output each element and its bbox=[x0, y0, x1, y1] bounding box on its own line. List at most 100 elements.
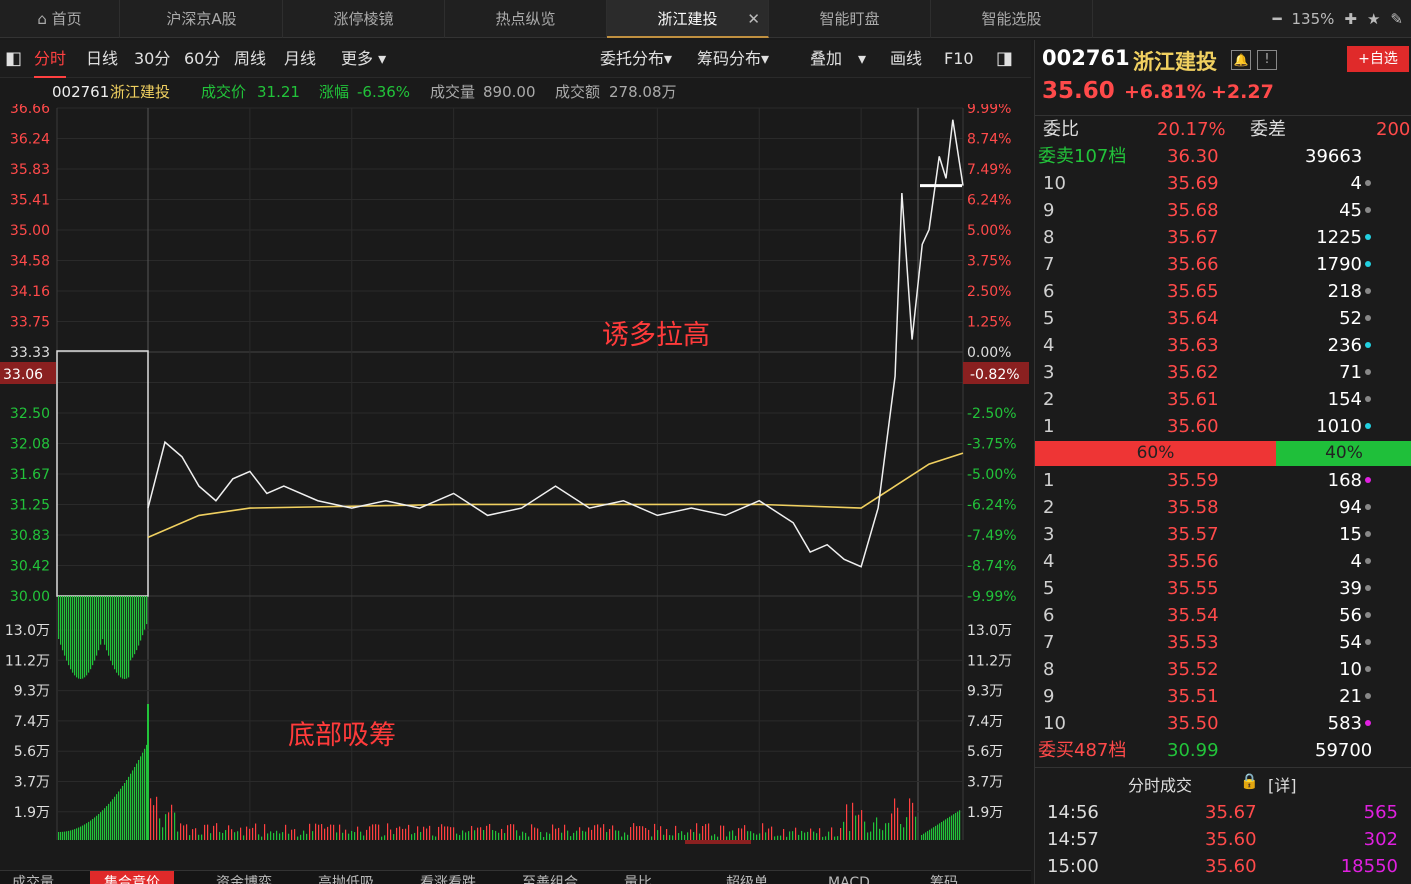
volume: 1225 bbox=[1316, 227, 1362, 248]
vol-bar bbox=[213, 825, 215, 840]
zoom-in-icon[interactable]: ✚ bbox=[1344, 10, 1357, 28]
auction-vol-bar bbox=[58, 596, 60, 639]
indicator-tab[interactable]: 至善组合 bbox=[522, 871, 578, 884]
add-watchlist-button[interactable]: +自选 bbox=[1347, 46, 1409, 72]
chip-dist-button[interactable]: 筹码分布▾ bbox=[697, 40, 769, 78]
vol-bar bbox=[420, 831, 422, 840]
sidebar-toggle-icon[interactable]: ◨ bbox=[996, 40, 1013, 78]
flag-dot bbox=[1365, 423, 1371, 429]
vol-bar bbox=[108, 803, 110, 840]
book-row[interactable]: 4 35.63 236 bbox=[1035, 332, 1411, 359]
vol-bar bbox=[159, 818, 161, 840]
vol-bar bbox=[819, 828, 821, 840]
book-row[interactable]: 5 35.64 52 bbox=[1035, 305, 1411, 332]
indicator-tab[interactable]: 筹码 bbox=[930, 871, 958, 884]
vol-tick-label: 11.2万 bbox=[5, 653, 50, 669]
overlay-button[interactable]: 叠加 ▾ bbox=[810, 40, 866, 78]
alert-icon[interactable]: ! bbox=[1257, 50, 1277, 70]
vol-bar bbox=[654, 823, 656, 840]
indicator-tab[interactable]: 看涨看跌 bbox=[420, 871, 476, 884]
f10-button[interactable]: F10 bbox=[944, 40, 974, 78]
period-60min[interactable]: 60分 bbox=[184, 40, 220, 78]
book-row[interactable]: 7 35.66 1790 bbox=[1035, 251, 1411, 278]
vol-bar bbox=[414, 832, 416, 840]
tab-stock[interactable]: 浙江建投 ✕ bbox=[607, 0, 769, 38]
tab-hotspot[interactable]: 热点纵览 bbox=[445, 0, 607, 38]
indicator-tab[interactable]: MACD bbox=[828, 871, 870, 884]
vol-bar bbox=[867, 832, 869, 840]
book-row[interactable]: 2 35.61 154 bbox=[1035, 386, 1411, 413]
close-icon[interactable]: ✕ bbox=[747, 0, 760, 38]
indicator-tab[interactable]: 集合竞价 bbox=[90, 871, 174, 884]
price-line bbox=[147, 119, 964, 568]
tab-market[interactable]: 沪深京A股 bbox=[121, 0, 283, 38]
vol-bar bbox=[399, 826, 401, 840]
draw-line-button[interactable]: 画线 bbox=[890, 40, 922, 78]
period-weekly[interactable]: 周线 bbox=[234, 40, 266, 78]
book-row[interactable]: 6 35.65 218 bbox=[1035, 278, 1411, 305]
period-monthly[interactable]: 月线 bbox=[284, 40, 316, 78]
bell-icon[interactable]: 🔔 bbox=[1231, 50, 1251, 70]
vol-bar bbox=[84, 824, 86, 840]
level: 8 bbox=[1043, 227, 1055, 248]
lock-icon[interactable]: 🔒 bbox=[1240, 772, 1259, 790]
book-row[interactable]: 10 35.50 583 bbox=[1035, 710, 1411, 737]
tab-smart-watch[interactable]: 智能盯盘 bbox=[769, 0, 931, 38]
book-row[interactable]: 9 35.68 45 bbox=[1035, 197, 1411, 224]
vol-bar bbox=[861, 810, 863, 840]
indicator-tab[interactable]: 超级单 bbox=[726, 871, 768, 884]
auction-vol-bar bbox=[126, 596, 128, 679]
vol-bar bbox=[104, 808, 106, 840]
period-30min[interactable]: 30分 bbox=[134, 40, 170, 78]
order-dist-button[interactable]: 委托分布▾ bbox=[600, 40, 672, 78]
vol-bar bbox=[870, 831, 872, 840]
vol-bar bbox=[183, 825, 185, 840]
vol-bar bbox=[243, 835, 245, 840]
zoom-out-icon[interactable]: ━ bbox=[1272, 10, 1281, 28]
vol-bar bbox=[312, 831, 314, 840]
book-row[interactable]: 10 35.69 4 bbox=[1035, 170, 1411, 197]
indicator-tab[interactable]: 高抛低吸 bbox=[318, 871, 374, 884]
indicator-tab[interactable]: 资金博弈 bbox=[216, 871, 272, 884]
auction-vol-bar bbox=[88, 596, 90, 673]
book-row[interactable]: 5 35.55 39 bbox=[1035, 575, 1411, 602]
chart-svg[interactable]: 36.66 9.99% 36.24 8.74% 35.83 7.49% 35.41 6.24%… bbox=[0, 101, 1031, 870]
book-row[interactable]: 2 35.58 94 bbox=[1035, 494, 1411, 521]
trades-detail-link[interactable]: [详] bbox=[1268, 772, 1297, 796]
level: 8 bbox=[1043, 659, 1055, 680]
intraday-chart[interactable]: 36.66 9.99% 36.24 8.74% 35.83 7.49% 35.41 6.24%… bbox=[0, 101, 1031, 870]
vol-bar bbox=[777, 835, 779, 840]
indicator-tab[interactable]: 成交量 bbox=[12, 871, 54, 884]
star-icon[interactable]: ★ bbox=[1367, 10, 1380, 28]
book-row[interactable]: 3 35.57 15 bbox=[1035, 521, 1411, 548]
period-intraday[interactable]: 分时 bbox=[34, 40, 67, 78]
book-row[interactable]: 3 35.62 71 bbox=[1035, 359, 1411, 386]
tab-home[interactable]: ⌂ 首页 bbox=[0, 0, 120, 38]
auction-vol-bar bbox=[68, 596, 70, 666]
pen-icon[interactable]: ✎ bbox=[1390, 10, 1403, 28]
panel-toggle-icon[interactable]: ◧ bbox=[5, 40, 22, 78]
book-row[interactable]: 4 35.56 4 bbox=[1035, 548, 1411, 575]
book-row[interactable]: 8 35.52 10 bbox=[1035, 656, 1411, 683]
vol-bar bbox=[906, 817, 908, 840]
period-more[interactable]: 更多 ▾ bbox=[341, 40, 386, 78]
vol-bar bbox=[60, 831, 62, 840]
tab-limit-up[interactable]: 涨停棱镜 bbox=[283, 0, 445, 38]
book-row[interactable]: 9 35.51 21 bbox=[1035, 683, 1411, 710]
book-row[interactable]: 7 35.53 54 bbox=[1035, 629, 1411, 656]
indicator-tab[interactable]: 量比 bbox=[624, 871, 652, 884]
book-row[interactable]: 8 35.67 1225 bbox=[1035, 224, 1411, 251]
book-row[interactable]: 1 35.59 168 bbox=[1035, 467, 1411, 494]
vol-bar bbox=[621, 836, 623, 840]
vol-bar bbox=[363, 835, 365, 840]
vol-tick-label: 3.7万 bbox=[967, 775, 1003, 791]
book-row[interactable]: 6 35.54 56 bbox=[1035, 602, 1411, 629]
book-row[interactable]: 1 35.60 1010 bbox=[1035, 413, 1411, 440]
vol-bar bbox=[100, 812, 102, 840]
period-daily[interactable]: 日线 bbox=[86, 40, 118, 78]
price-tick-label: 33.33 bbox=[10, 345, 50, 361]
vol-bar bbox=[585, 831, 587, 840]
vol-bar bbox=[639, 826, 641, 840]
vol-bar bbox=[138, 760, 140, 840]
tab-smart-pick[interactable]: 智能选股 bbox=[931, 0, 1093, 38]
